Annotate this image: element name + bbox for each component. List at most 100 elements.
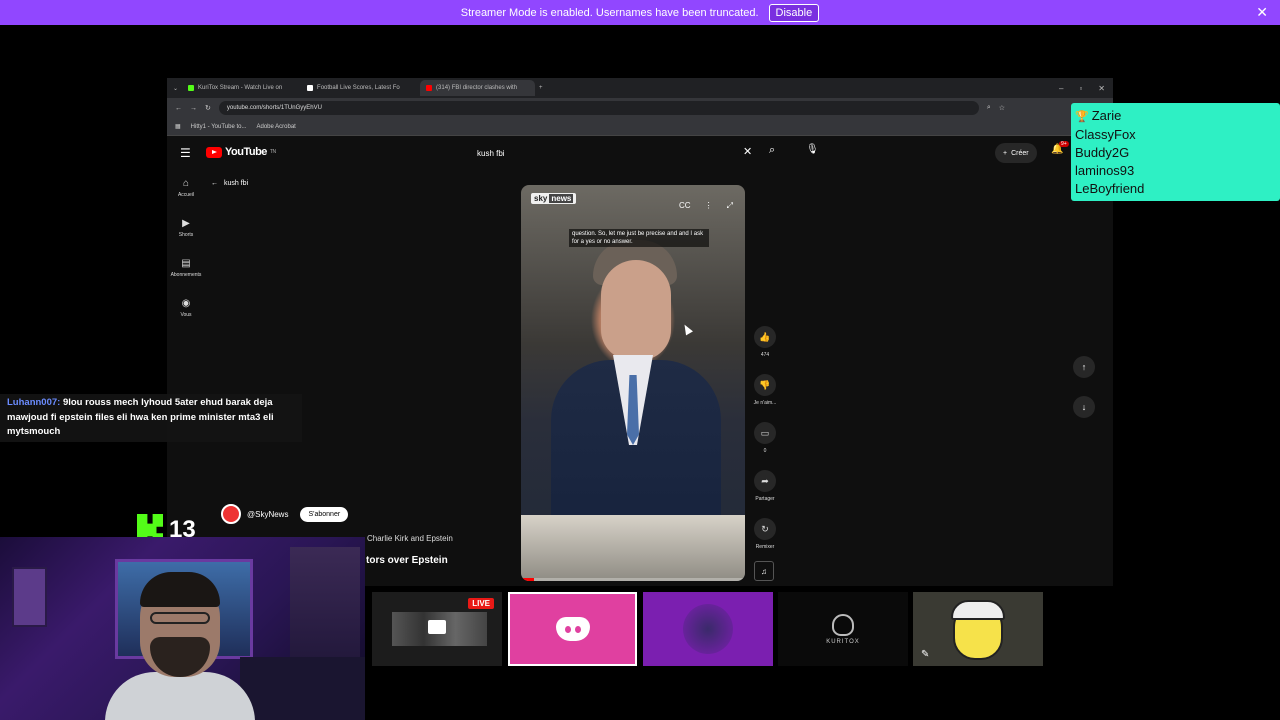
video-desk xyxy=(521,515,745,581)
video-controls: CC ⋮ ⤢ xyxy=(679,201,733,211)
address-bar-row: ← → ↻ youtube.com/shorts/1TUnGyyEhVU ⌕ ☆ xyxy=(167,98,1113,118)
shorts-icon: ▶ xyxy=(182,218,190,229)
region-code: TN xyxy=(269,149,276,155)
kuritox-emblem-icon xyxy=(832,613,854,636)
remix-label: Remixer xyxy=(755,544,775,550)
live-preview-tile[interactable]: LIVE xyxy=(372,592,502,666)
apps-icon[interactable]: ▦ xyxy=(175,123,181,130)
channel-handle[interactable]: @SkyNews xyxy=(247,510,288,519)
chat-message: Luhann007: 9lou rouss mech lyhoud 5ater … xyxy=(0,394,302,442)
zoom-icon[interactable]: ⌕ xyxy=(987,104,991,112)
streamer-glasses xyxy=(150,612,210,624)
search-input[interactable]: kush fbi xyxy=(467,142,763,164)
discord-tile[interactable] xyxy=(508,592,637,666)
cartoon-avatar-tile[interactable]: ✎ xyxy=(913,592,1043,666)
shorts-video-player[interactable]: sky news CC ⋮ ⤢ question. So, let me just… xyxy=(521,185,745,581)
chat-username: Luhann007: xyxy=(7,397,61,408)
video-title-line: Charlie Kirk and Epstein xyxy=(367,534,453,543)
channel-avatar[interactable] xyxy=(221,504,241,524)
comment-button[interactable]: ▭ 0 xyxy=(747,422,783,470)
minimize-icon[interactable]: – xyxy=(1059,84,1063,93)
tab-football[interactable]: Football Live Scores, Latest Fo xyxy=(301,80,416,96)
bookmark-item[interactable]: Adobe Acrobat xyxy=(256,124,295,130)
create-button[interactable]: + Créer xyxy=(995,143,1037,163)
tab-youtube[interactable]: (314) FBI director clashes with xyxy=(420,80,536,96)
menu-icon[interactable]: ☰ xyxy=(180,146,191,160)
url-field[interactable]: youtube.com/shorts/1TUnGyyEhVU xyxy=(218,101,979,115)
notification-badge: 9+ xyxy=(1059,141,1069,147)
sound-icon[interactable]: ♫ xyxy=(754,561,774,581)
youtube-logo[interactable]: YouTube TN xyxy=(206,146,276,158)
nav-item-you[interactable]: ◉ Vous xyxy=(167,298,205,338)
tab-kuritox[interactable]: KuriTox Stream - Watch Live on xyxy=(182,80,297,96)
room-desk xyxy=(240,657,365,720)
dislike-label: Je n'aim... xyxy=(753,400,777,406)
youtube-play-icon xyxy=(206,146,222,158)
subscriptions-icon: ▤ xyxy=(181,258,191,269)
arrow-up-icon[interactable]: ↑ xyxy=(1073,356,1095,378)
search-icon[interactable]: ⌕ xyxy=(769,144,775,157)
channel-row: @SkyNews S'abonner xyxy=(221,504,349,524)
subscribe-button[interactable]: S'abonner xyxy=(300,506,349,522)
comment-icon: ▭ xyxy=(754,422,776,444)
reload-icon[interactable]: ↻ xyxy=(205,104,211,112)
star-icon[interactable]: ☆ xyxy=(999,104,1005,112)
logo-text: YouTube xyxy=(225,146,267,158)
live-badge: LIVE xyxy=(468,598,494,609)
trophy-icon: 🏆 xyxy=(1075,111,1089,123)
back-label: kush fbi xyxy=(224,180,249,187)
disable-button[interactable]: Disable xyxy=(768,3,820,22)
leaderboard-entry: 🏆 Zarie xyxy=(1075,108,1122,123)
maximize-icon[interactable]: ▫ xyxy=(1079,84,1082,93)
avatar-blob xyxy=(683,604,733,654)
fullscreen-icon[interactable]: ⤢ xyxy=(727,201,733,211)
nav-item-home[interactable]: ⌂ Accueil xyxy=(167,178,205,218)
clear-search-icon[interactable]: ✕ xyxy=(743,145,752,158)
close-window-icon[interactable]: ✕ xyxy=(1098,84,1105,93)
video-progress-bar[interactable] xyxy=(521,578,745,581)
tab-list-icon[interactable]: ⌄ xyxy=(173,85,178,92)
window-controls: – ▫ ✕ xyxy=(1059,84,1113,93)
leaderboard-entry: ClassyFox xyxy=(1075,127,1136,142)
cartoon-cap xyxy=(951,600,1005,620)
edit-pen-icon[interactable]: ✎ xyxy=(921,649,929,660)
close-icon[interactable]: ✕ xyxy=(1256,4,1268,21)
microphone-icon[interactable]: 🎙 xyxy=(806,144,819,155)
bookmark-item[interactable]: Hitty1 - YouTube to... xyxy=(191,124,247,130)
arrow-left-icon: ← xyxy=(211,180,218,187)
like-icon: 👍 xyxy=(754,326,776,348)
leaderboard-entry: laminos93 xyxy=(1075,163,1135,178)
nav-label: Accueil xyxy=(177,192,195,198)
forward-icon[interactable]: → xyxy=(190,105,197,112)
video-title-line-2: tors over Epstein xyxy=(366,555,448,566)
tab-title: KuriTox Stream - Watch Live on xyxy=(198,85,283,91)
dislike-button[interactable]: 👎 Je n'aim... xyxy=(747,374,783,422)
share-label: Partager xyxy=(755,496,775,502)
more-icon[interactable]: ⋮ xyxy=(705,201,713,211)
search-back-link[interactable]: ← kush fbi xyxy=(211,180,248,187)
streamer-mode-banner: Streamer Mode is enabled. Usernames have… xyxy=(0,0,1280,25)
captions-icon[interactable]: CC xyxy=(679,201,691,211)
share-button[interactable]: ➦ Partager xyxy=(747,470,783,518)
banner-message: Streamer Mode is enabled. Usernames have… xyxy=(460,6,759,19)
remix-button[interactable]: ↻ Remixer xyxy=(747,518,783,566)
nav-item-shorts[interactable]: ▶ Shorts xyxy=(167,218,205,258)
football-favicon-icon xyxy=(307,85,314,91)
youtube-left-nav: ⌂ Accueil ▶ Shorts ▤ Abonnements ◉ Vous xyxy=(167,178,205,338)
comment-count: 0 xyxy=(763,448,767,454)
arrow-down-icon[interactable]: ↓ xyxy=(1073,396,1095,418)
kuritox-tile[interactable]: KURITOX xyxy=(778,592,908,666)
purple-tile[interactable] xyxy=(643,592,773,666)
back-icon[interactable]: ← xyxy=(175,105,182,112)
leaderboard-entry: LeBoyfriend xyxy=(1075,181,1145,196)
kuritox-text: KURITOX xyxy=(826,638,860,645)
progress-fill xyxy=(521,578,535,581)
streamer-body xyxy=(105,672,255,720)
like-button[interactable]: 👍 474 xyxy=(747,326,783,374)
share-icon: ➦ xyxy=(754,470,776,492)
discord-icon xyxy=(555,617,590,641)
nav-item-subscriptions[interactable]: ▤ Abonnements xyxy=(167,258,205,298)
leaderboard-entry: Buddy2G xyxy=(1075,145,1130,160)
new-tab-icon[interactable]: + xyxy=(539,85,543,91)
url-text: youtube.com/shorts/1TUnGyyEhVU xyxy=(226,105,322,111)
